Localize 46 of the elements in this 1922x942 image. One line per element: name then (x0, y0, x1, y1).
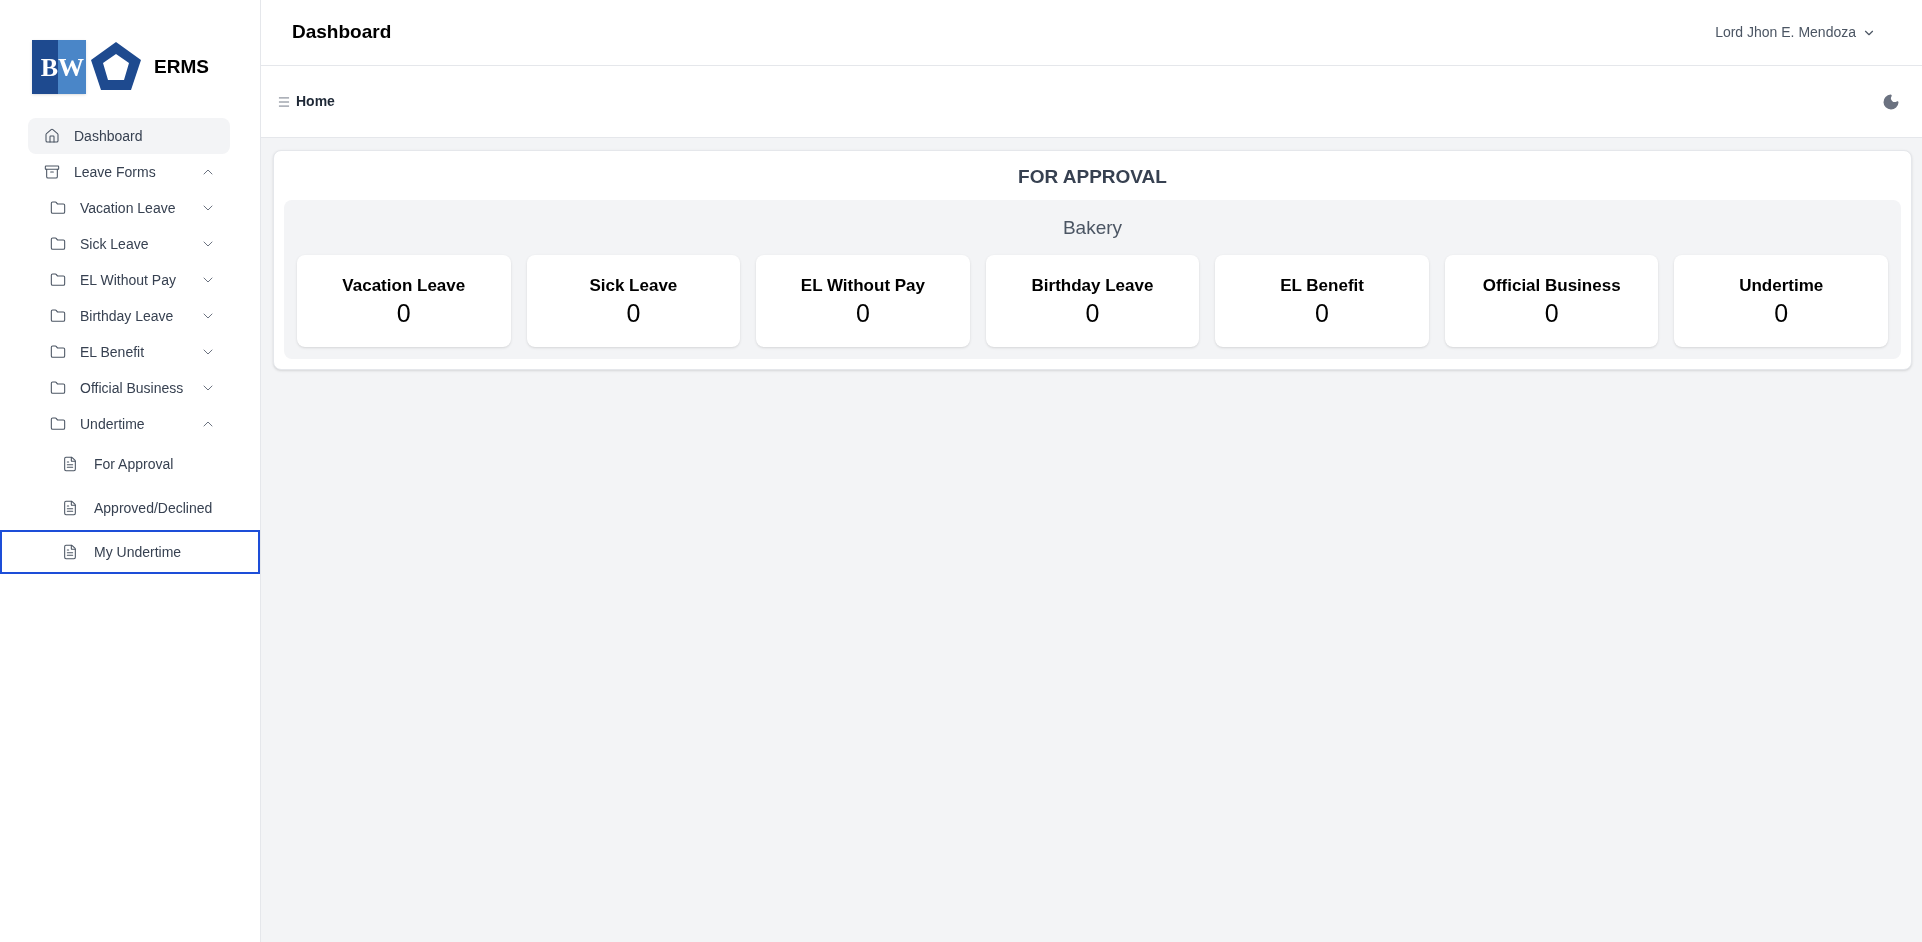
panel-title: FOR APPROVAL (1017, 165, 1168, 189)
sidebar-item[interactable]: Undertime (28, 406, 230, 442)
folder-icon (50, 380, 66, 396)
user-menu[interactable]: Lord Jhon E. Mendoza (1715, 22, 1876, 43)
home-icon (44, 128, 60, 144)
sidebar-item[interactable]: Dashboard (28, 118, 230, 154)
stat-value: 0 (396, 298, 411, 330)
section-title: Bakery (1061, 215, 1124, 240)
stat-value: 0 (1315, 298, 1329, 330)
folder-icon (50, 236, 66, 252)
document-icon (62, 544, 78, 560)
stat-value: 0 (855, 298, 870, 330)
stat-label: Official Business (1482, 274, 1621, 297)
sidebar-item[interactable]: EL Without Pay (28, 262, 230, 298)
archive-icon (44, 164, 60, 180)
page-title: Dashboard (292, 20, 392, 45)
sidebar-item[interactable]: Sick Leave (28, 226, 230, 262)
sidebar-item[interactable]: For Approval (28, 442, 230, 486)
folder-icon (50, 272, 66, 288)
sidebar-item[interactable]: Leave Forms (28, 154, 230, 190)
sidebar-item[interactable]: Birthday Leave (28, 298, 230, 334)
stat-label: EL Benefit (1280, 274, 1364, 297)
stat-label: EL Without Pay (800, 274, 926, 297)
folder-icon (50, 344, 66, 360)
breadcrumb-link[interactable]: Home (296, 91, 335, 112)
folder-icon (50, 308, 66, 324)
sidebar-item[interactable]: EL Benefit (28, 334, 230, 370)
folder-icon (50, 416, 66, 432)
sidebar-item[interactable]: Approved/Declined (28, 486, 230, 530)
stat-label: Undertime (1739, 274, 1824, 297)
app-title: ERMS (154, 54, 209, 79)
moon-icon[interactable] (1882, 92, 1900, 111)
sidebar-item[interactable]: Vacation Leave (28, 190, 230, 226)
stat-value: 0 (626, 298, 641, 330)
stat-label: Vacation Leave (342, 274, 466, 297)
stat-label: Birthday Leave (1031, 274, 1154, 297)
document-icon (62, 456, 78, 472)
folder-icon (50, 200, 66, 216)
stat-label: Sick Leave (589, 274, 678, 297)
sidebar-item[interactable]: My Undertime (0, 530, 260, 574)
document-icon (62, 500, 78, 516)
sidebar-item[interactable]: Official Business (28, 370, 230, 406)
stat-value: 0 (1774, 298, 1789, 330)
stat-value: 0 (1085, 298, 1100, 330)
logo: BW (32, 39, 144, 95)
stat-value: 0 (1544, 298, 1559, 330)
